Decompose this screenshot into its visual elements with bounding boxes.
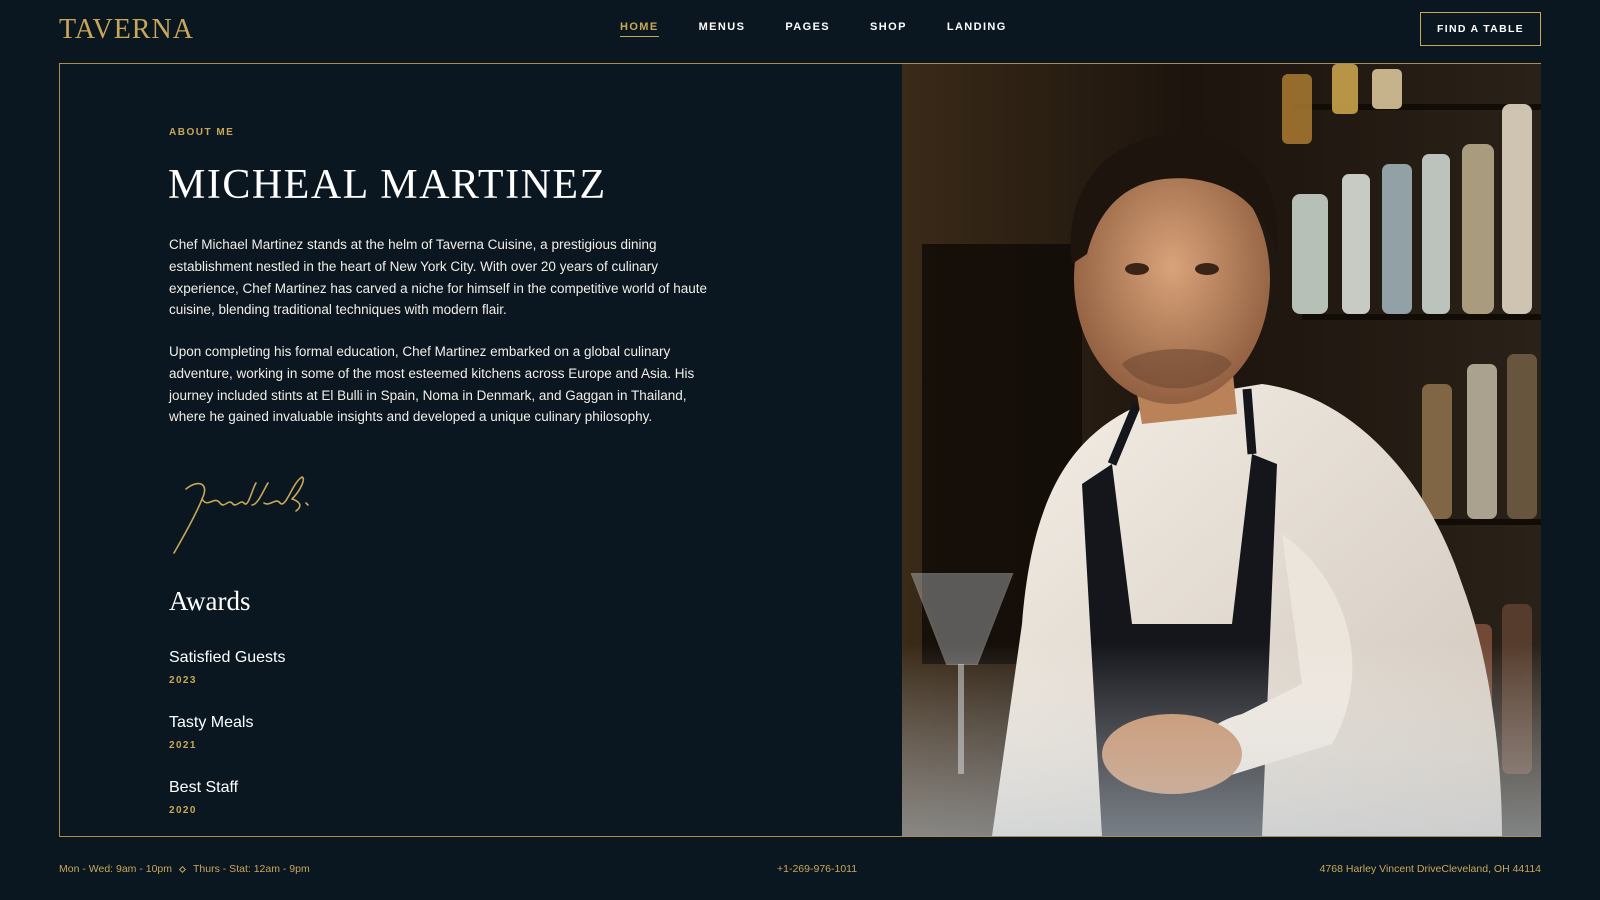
diamond-separator-icon [178,865,187,873]
main-nav: HOME MENUS PAGES SHOP LANDING [620,21,1047,37]
site-footer: Mon - Wed: 9am - 10pm Thurs - Stat: 12am… [0,855,1600,885]
award-year: 2020 [169,805,197,816]
award-item: Tasty Meals 2021 [169,714,253,751]
opening-hours: Mon - Wed: 9am - 10pm Thurs - Stat: 12am… [59,863,310,875]
find-a-table-button[interactable]: FIND A TABLE [1420,12,1541,46]
award-name: Tasty Meals [169,714,254,731]
section-eyebrow: ABOUT ME [169,127,235,138]
award-item: Best Staff 2020 [169,779,238,816]
hours-weekdays: Mon - Wed: 9am - 10pm [59,863,173,875]
nav-home[interactable]: HOME [620,21,659,37]
bio-paragraph-1: Chef Michael Martinez stands at the helm… [169,237,708,318]
award-year: 2023 [169,675,197,686]
nav-shop[interactable]: SHOP [870,21,907,37]
award-year: 2021 [169,740,197,751]
logo[interactable]: TAVERNA [59,14,194,46]
chef-photo-illustration [902,64,1541,836]
award-name: Best Staff [169,779,239,796]
address-text: 4768 Harley Vincent DriveCleveland, OH 4… [1319,863,1541,875]
hours-weekend: Thurs - Stat: 12am - 9pm [193,863,310,875]
phone-link[interactable]: +1-269-976-1011 [777,863,857,875]
award-item: Satisfied Guests 2023 [169,649,286,686]
site-header: TAVERNA HOME MENUS PAGES SHOP LANDING FI… [0,0,1600,60]
nav-pages[interactable]: PAGES [785,21,830,37]
chef-photo [902,64,1541,836]
nav-menus[interactable]: MENUS [699,21,746,37]
bio-paragraph-2: Upon completing his formal education, Ch… [169,344,695,425]
awards-heading: Awards [169,586,251,616]
about-text-panel: ABOUT ME MICHEAL MARTINEZ Chef Michael M… [60,64,902,836]
award-name: Satisfied Guests [169,649,286,666]
signature-image [173,476,309,554]
chef-name-heading: MICHEAL MARTINEZ [168,162,607,208]
about-section: ABOUT ME MICHEAL MARTINEZ Chef Michael M… [59,63,1541,837]
nav-landing[interactable]: LANDING [947,21,1007,37]
